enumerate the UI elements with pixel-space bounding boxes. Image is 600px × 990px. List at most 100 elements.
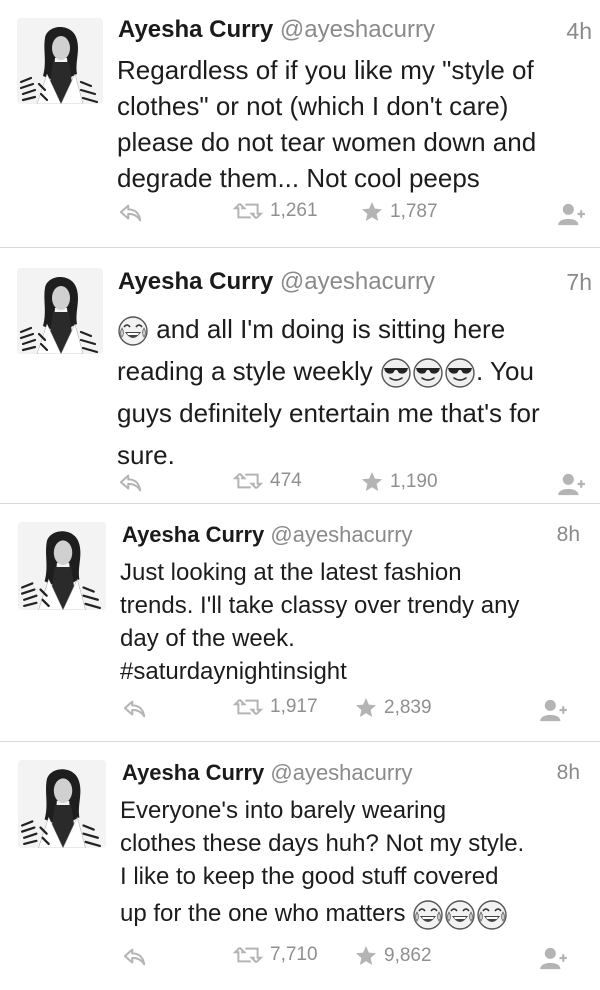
sunglasses-emoji — [444, 357, 476, 389]
reply-button[interactable] — [118, 472, 144, 494]
retweet-count: 7,710 — [270, 944, 318, 965]
author-name[interactable]: Ayesha Curry @ayeshacurry — [118, 16, 435, 44]
timestamp: 7h — [566, 269, 592, 295]
tears-of-joy-emoji — [117, 315, 149, 347]
retweet-icon — [232, 470, 264, 492]
tweet-text: Regardless of if you like my "style of c… — [117, 52, 536, 196]
retweet-count: 1,261 — [270, 200, 318, 221]
star-icon — [360, 200, 384, 224]
timestamp: 8h — [556, 761, 580, 784]
tweet-text: Just looking at the latest fashion trend… — [120, 556, 519, 688]
reply-icon — [118, 472, 144, 494]
follow-user-icon — [556, 202, 588, 226]
favorite-count: 9,862 — [384, 945, 432, 966]
text-line: day of the week. — [120, 625, 295, 652]
favorite-count: 2,839 — [384, 697, 432, 718]
tweet-4[interactable]: Ayesha Curry @ayeshacurry 8h Everyone's … — [0, 742, 600, 990]
text-fragment: reading a style weekly — [117, 356, 373, 386]
text-line: and all I'm doing is sitting here — [117, 308, 540, 350]
author-name[interactable]: Ayesha Curry @ayeshacurry — [122, 760, 413, 786]
text-line: degrade them... Not cool peeps — [117, 163, 480, 193]
text-line: Everyone's into barely wearing — [120, 797, 447, 824]
follow-button[interactable] — [556, 202, 588, 226]
reply-button[interactable] — [118, 202, 144, 224]
text-line: I like to keep the good stuff covered — [120, 863, 499, 890]
handle: @ayeshacurry — [279, 268, 435, 295]
retweet-count: 1,917 — [270, 696, 318, 717]
follow-user-icon — [556, 472, 588, 496]
tweet-actions: 7,710 9,862 — [0, 944, 600, 974]
sunglasses-emoji — [380, 357, 412, 389]
text-line: Regardless of if you like my "style of — [117, 55, 534, 85]
text-line: Just looking at the latest fashion — [120, 559, 462, 586]
retweet-button[interactable]: 7,710 — [232, 944, 318, 966]
text-fragment: . You — [476, 356, 534, 386]
handle: @ayeshacurry — [270, 522, 413, 547]
avatar-image — [17, 18, 103, 104]
favorite-button[interactable]: 1,190 — [360, 470, 438, 494]
text-line: up for the one who matters — [120, 893, 524, 935]
handle: @ayeshacurry — [270, 760, 413, 785]
follow-user-icon — [538, 946, 570, 970]
star-icon — [354, 696, 378, 720]
avatar-image — [17, 268, 103, 354]
tweet-actions: 1,917 2,839 — [0, 696, 600, 726]
handle: @ayeshacurry — [279, 16, 435, 43]
tweet-text: Everyone's into barely wearing clothes t… — [120, 794, 524, 935]
tweet-2[interactable]: Ayesha Curry @ayeshacurry 7h and all I'm… — [0, 248, 600, 504]
tweet-1[interactable]: Ayesha Curry @ayeshacurry 4h Regardless … — [0, 0, 600, 248]
display-name: Ayesha Curry — [122, 760, 265, 785]
retweet-count: 474 — [270, 470, 302, 491]
text-line: guys definitely entertain me that's for — [117, 398, 540, 428]
text-line: clothes these days huh? Not my style. — [120, 830, 525, 857]
tears-of-joy-emoji — [412, 899, 444, 931]
reply-icon — [122, 698, 148, 720]
sunglasses-emoji — [412, 357, 444, 389]
retweet-button[interactable]: 1,261 — [232, 200, 318, 222]
star-icon — [360, 470, 384, 494]
retweet-icon — [232, 696, 264, 718]
tweet-actions: 1,261 1,787 — [0, 200, 600, 230]
display-name: Ayesha Curry — [122, 522, 265, 547]
reply-button[interactable] — [122, 946, 148, 968]
tweet-text: and all I'm doing is sitting here readin… — [117, 308, 540, 476]
avatar-image — [18, 760, 106, 848]
avatar[interactable] — [17, 268, 103, 354]
tears-of-joy-emoji — [444, 899, 476, 931]
display-name: Ayesha Curry — [118, 268, 274, 295]
retweet-button[interactable]: 1,917 — [232, 696, 318, 718]
text-fragment: up for the one who matters — [120, 900, 406, 927]
tears-of-joy-emoji — [476, 899, 508, 931]
follow-button[interactable] — [538, 946, 570, 970]
author-name[interactable]: Ayesha Curry @ayeshacurry — [118, 268, 435, 296]
reply-icon — [122, 946, 148, 968]
text-line: trends. I'll take classy over trendy any — [120, 592, 520, 619]
retweet-icon — [232, 944, 264, 966]
follow-button[interactable] — [556, 472, 588, 496]
favorite-button[interactable]: 2,839 — [354, 696, 432, 720]
display-name: Ayesha Curry — [118, 16, 274, 43]
hashtag-link[interactable]: #saturdaynightinsight — [120, 655, 519, 688]
author-name[interactable]: Ayesha Curry @ayeshacurry — [122, 522, 413, 548]
follow-button[interactable] — [538, 698, 570, 722]
retweet-button[interactable]: 474 — [232, 470, 302, 492]
text-line: clothes" or not (which I don't care) — [117, 91, 509, 121]
text-line: reading a style weekly . You — [117, 350, 540, 392]
text-line: please do not tear women down and — [117, 127, 537, 157]
tweet-actions: 474 1,190 — [0, 470, 600, 500]
avatar[interactable] — [18, 522, 106, 610]
favorite-button[interactable]: 1,787 — [360, 200, 438, 224]
follow-user-icon — [538, 698, 570, 722]
favorite-button[interactable]: 9,862 — [354, 944, 432, 968]
tweet-3[interactable]: Ayesha Curry @ayeshacurry 8h Just lookin… — [0, 504, 600, 742]
retweet-icon — [232, 200, 264, 222]
timestamp: 8h — [556, 523, 580, 546]
avatar[interactable] — [17, 18, 103, 104]
avatar-image — [18, 522, 106, 610]
favorite-count: 1,190 — [390, 471, 438, 492]
reply-button[interactable] — [122, 698, 148, 720]
reply-icon — [118, 202, 144, 224]
avatar[interactable] — [18, 760, 106, 848]
text-fragment: and all I'm doing is sitting here — [156, 314, 506, 344]
timestamp: 4h — [566, 18, 592, 44]
